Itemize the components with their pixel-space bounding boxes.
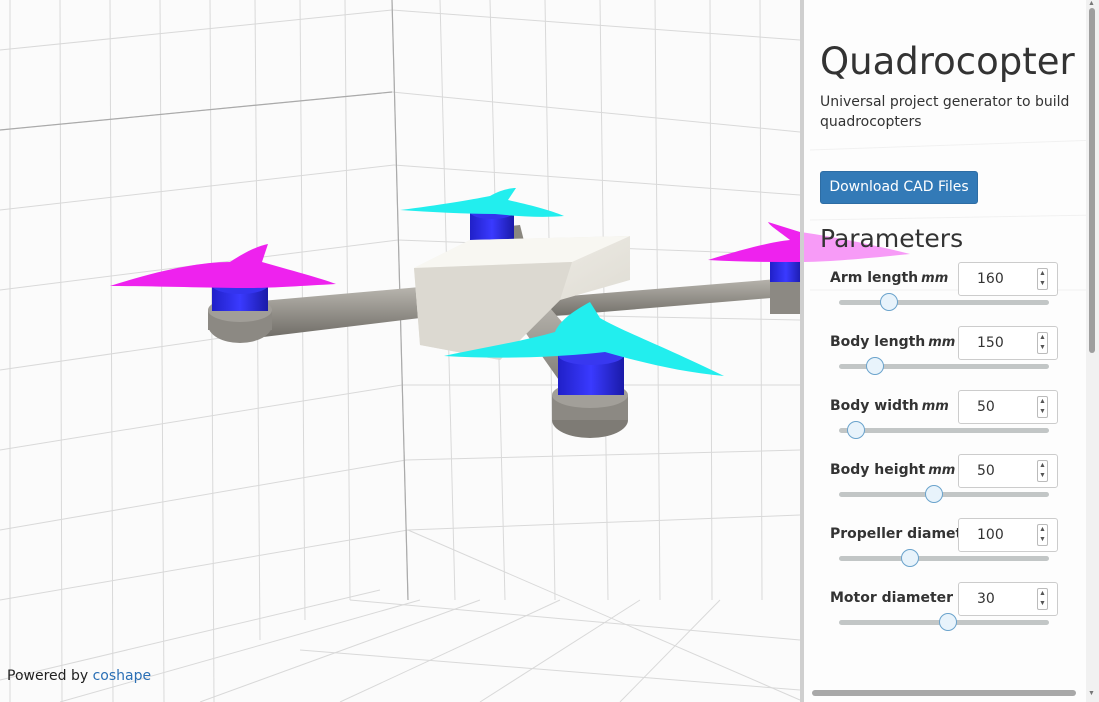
motor-right: [770, 260, 802, 282]
arm-left: [250, 287, 420, 338]
scroll-up-icon[interactable]: ▲: [1088, 0, 1095, 7]
propeller-diameter-input[interactable]: 100 ▲ ▼: [958, 518, 1058, 552]
param-propeller-diameter: Propeller diameter 100 ▲ ▼: [830, 518, 1060, 590]
grid-lines: [0, 0, 801, 702]
propeller-diameter-slider[interactable]: [839, 556, 1049, 561]
coshape-link[interactable]: coshape: [93, 668, 152, 684]
body-width-input[interactable]: 50 ▲ ▼: [958, 390, 1058, 424]
vertical-scrollbar[interactable]: ▲ ▼: [1086, 0, 1099, 702]
param-body-length: Body length mm 150 ▲ ▼: [830, 326, 1060, 398]
body-height-slider[interactable]: [839, 492, 1049, 497]
powered-by: Powered by coshape: [7, 668, 151, 684]
body-height-input[interactable]: 50 ▲ ▼: [958, 454, 1058, 488]
powered-by-text: Powered by: [7, 668, 89, 684]
slider-thumb[interactable]: [939, 613, 958, 631]
spinner-icon[interactable]: ▲ ▼: [1037, 268, 1048, 290]
param-arm-length: Arm length mm 160 ▲ ▼: [830, 262, 1060, 334]
param-label: Arm length mm: [830, 270, 949, 286]
body-length-input[interactable]: 150 ▲ ▼: [958, 326, 1058, 360]
arm-length-slider[interactable]: [839, 300, 1049, 305]
body-width-value: 50: [977, 399, 995, 415]
slider-thumb[interactable]: [880, 293, 899, 311]
parameters-heading: Parameters: [820, 224, 964, 253]
vertical-scroll-thumb[interactable]: [1089, 8, 1095, 353]
propeller-diameter-value: 100: [977, 527, 1004, 543]
body-height-value: 50: [977, 463, 995, 479]
param-label: Propeller diameter: [830, 526, 979, 542]
motor-diameter-value: 30: [977, 591, 995, 607]
motor-diameter-input[interactable]: 30 ▲ ▼: [958, 582, 1058, 616]
page-title: Quadrocopter: [820, 40, 1075, 83]
param-label: Body height mm: [830, 462, 956, 478]
horizontal-scroll-thumb[interactable]: [812, 690, 1076, 696]
body-length-value: 150: [977, 335, 1004, 351]
spinner-icon[interactable]: ▲ ▼: [1037, 524, 1048, 546]
quadrocopter-model[interactable]: [110, 188, 910, 438]
spinner-icon[interactable]: ▲ ▼: [1037, 588, 1048, 610]
spinner-icon[interactable]: ▲ ▼: [1037, 396, 1048, 418]
arm-length-input[interactable]: 160 ▲ ▼: [958, 262, 1058, 296]
spinner-icon[interactable]: ▲ ▼: [1037, 460, 1048, 482]
param-label: Body width mm: [830, 398, 949, 414]
param-label: Motor diameter: [830, 590, 954, 606]
slider-thumb[interactable]: [865, 357, 884, 375]
parameters-panel: Quadrocopter Universal project generator…: [804, 0, 1086, 702]
propeller-back: [400, 188, 564, 217]
arm-length-value: 160: [977, 271, 1004, 287]
spinner-icon[interactable]: ▲ ▼: [1037, 332, 1048, 354]
body-width-slider[interactable]: [839, 428, 1049, 433]
slider-thumb[interactable]: [846, 421, 865, 439]
param-label: Body length mm: [830, 334, 956, 350]
param-body-width: Body width mm 50 ▲ ▼: [830, 390, 1060, 462]
scroll-down-icon[interactable]: ▼: [1088, 690, 1095, 697]
slider-thumb[interactable]: [901, 549, 920, 567]
slider-thumb[interactable]: [924, 485, 943, 503]
horizontal-scrollbar[interactable]: [808, 688, 1080, 698]
download-cad-button[interactable]: Download CAD Files: [820, 171, 978, 204]
param-motor-diameter: Motor diameter 30 ▲ ▼: [830, 582, 1060, 654]
param-body-height: Body height mm 50 ▲ ▼: [830, 454, 1060, 526]
page-subtitle: Universal project generator to build qua…: [820, 94, 1070, 130]
